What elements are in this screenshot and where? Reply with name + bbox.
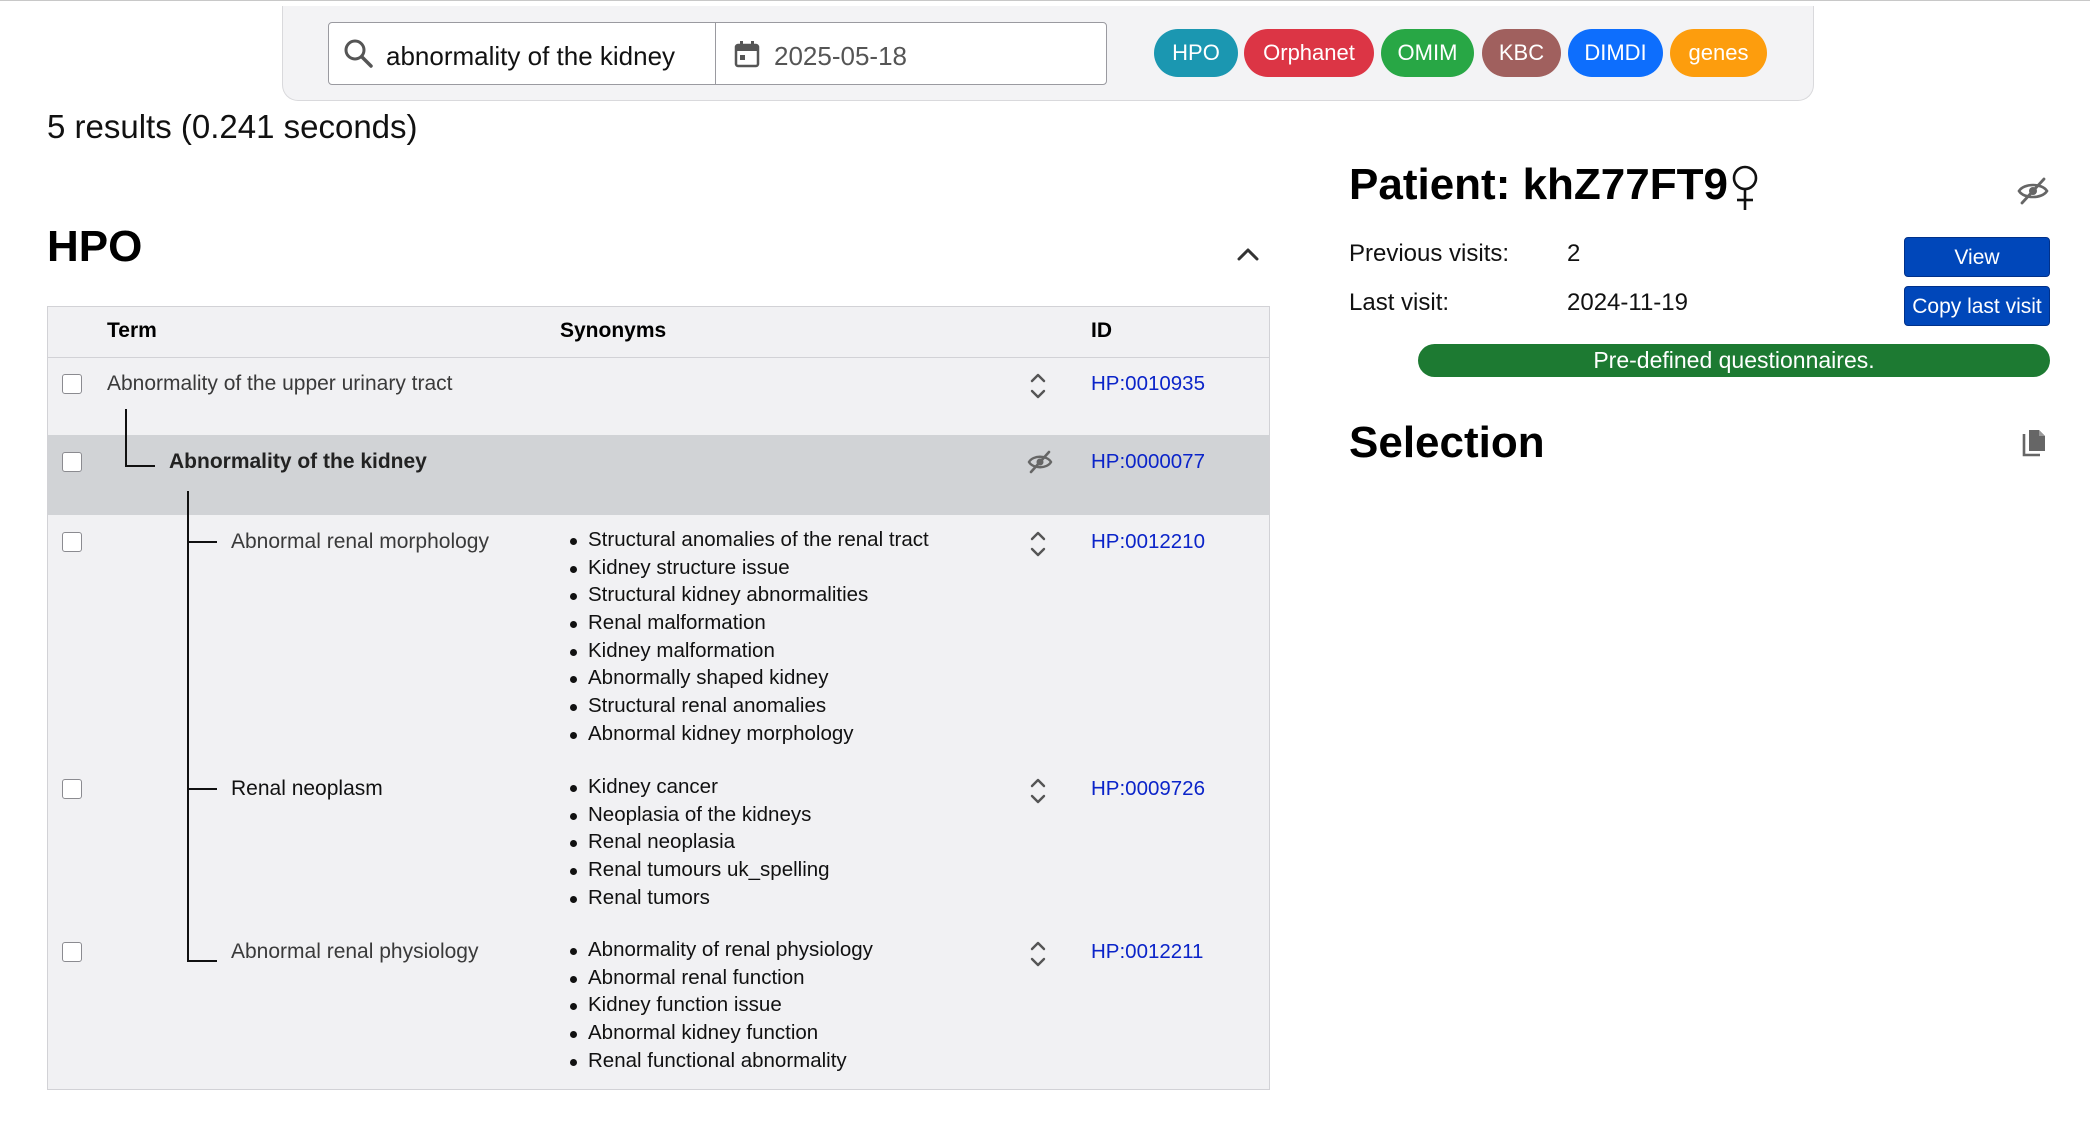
synonym-list: Kidney cancer Neoplasia of the kidneys R… [568,773,830,911]
expand-collapse-icon[interactable] [1027,937,1049,971]
search-icon [344,39,373,68]
column-header-id: ID [1091,319,1112,342]
synonym-list: Structural anomalies of the renal tract … [568,526,929,748]
synonym-item: Kidney cancer [568,773,830,801]
term-label: Renal neoplasm [231,777,383,800]
row-checkbox[interactable] [62,779,82,799]
expand-collapse-icon[interactable] [1027,369,1049,403]
patient-title: Patient: khZ77FT9 [1349,160,1728,209]
hide-patient-icon[interactable] [2016,176,2050,206]
synonym-item: Renal malformation [568,609,929,637]
date-input[interactable]: 2025-05-18 [715,22,1107,85]
previous-visits-value: 2 [1567,240,1581,267]
synonym-item: Abnormal renal function [568,964,873,992]
chevron-up-icon[interactable] [1234,240,1262,268]
row-checkbox[interactable] [62,532,82,552]
column-header-synonyms: Synonyms [560,319,667,342]
synonym-item: Abnormally shaped kidney [568,664,929,692]
hpo-id-link[interactable]: HP:0009726 [1091,777,1205,801]
synonym-item: Abnormal kidney function [568,1019,873,1047]
synonym-item: Abnormal kidney morphology [568,720,929,748]
synonym-item: Renal tumours uk_spelling [568,856,830,884]
synonym-item: Kidney malformation [568,637,929,665]
expand-collapse-icon[interactable] [1027,774,1049,808]
synonym-item: Renal neoplasia [568,828,830,856]
view-button[interactable]: View [1904,237,2050,277]
copy-last-visit-button[interactable]: Copy last visit [1904,286,2050,326]
synonym-item: Structural anomalies of the renal tract [568,526,929,554]
tree-line [125,465,155,467]
source-chip-omim[interactable]: OMIM [1381,29,1474,77]
hpo-id-link[interactable]: HP:0012210 [1091,530,1205,554]
tree-line [187,960,217,962]
tree-line [125,409,127,466]
term-label: Abnormal renal morphology [231,530,489,553]
synonym-item: Renal functional abnormality [568,1047,873,1075]
previous-visits-label: Previous visits: [1349,240,1510,267]
row-checkbox[interactable] [62,942,82,962]
synonym-list: Abnormality of renal physiology Abnormal… [568,936,873,1074]
last-visit-label: Last visit: [1349,289,1450,316]
selected-row-highlight [48,435,1269,515]
synonym-item: Kidney structure issue [568,554,929,582]
date-value: 2025-05-18 [774,41,907,71]
copy-icon[interactable] [2020,428,2048,460]
hpo-id-link[interactable]: HP:0000077 [1091,450,1205,474]
questionnaires-button[interactable]: Pre-defined questionnaires. [1418,344,2050,377]
tree-line [187,491,189,961]
source-chip-orphanet[interactable]: Orphanet [1244,29,1374,77]
header-divider [48,357,1269,358]
tree-line [187,541,217,543]
hpo-table: Term Synonyms ID Abnormality of the uppe… [47,306,1270,1090]
source-chip-genes[interactable]: genes [1670,29,1767,77]
selection-title: Selection [1349,418,1545,467]
female-icon [1732,165,1758,210]
expand-collapse-icon[interactable] [1027,527,1049,561]
synonym-item: Neoplasia of the kidneys [568,801,830,829]
search-panel: abnormality of the kidney 2025-05-18 HPO… [282,6,1814,101]
row-checkbox[interactable] [62,374,82,394]
hide-icon[interactable] [1026,449,1054,475]
hpo-id-link[interactable]: HP:0012211 [1091,940,1203,964]
synonym-item: Abnormality of renal physiology [568,936,873,964]
result-count: 5 results (0.241 seconds) [47,108,418,145]
term-label: Abnormality of the upper urinary tract [107,372,453,395]
hpo-id-link[interactable]: HP:0010935 [1091,372,1205,396]
synonym-item: Renal tumors [568,884,830,912]
synonym-item: Kidney function issue [568,991,873,1019]
row-checkbox[interactable] [62,452,82,472]
search-query: abnormality of the kidney [386,41,676,71]
column-header-term: Term [107,319,157,342]
calendar-icon [734,41,760,68]
last-visit-value: 2024-11-19 [1567,289,1688,316]
source-chip-kbc[interactable]: KBC [1482,29,1561,77]
tree-line [187,788,217,790]
search-input[interactable]: abnormality of the kidney [328,22,716,85]
hpo-section-title: HPO [47,222,143,271]
term-label: Abnormal renal physiology [231,940,479,963]
term-label: Abnormality of the kidney [169,450,427,473]
synonym-item: Structural renal anomalies [568,692,929,720]
source-chip-dimdi[interactable]: DIMDI [1568,29,1663,77]
source-chip-hpo[interactable]: HPO [1154,29,1238,77]
synonym-item: Structural kidney abnormalities [568,581,929,609]
